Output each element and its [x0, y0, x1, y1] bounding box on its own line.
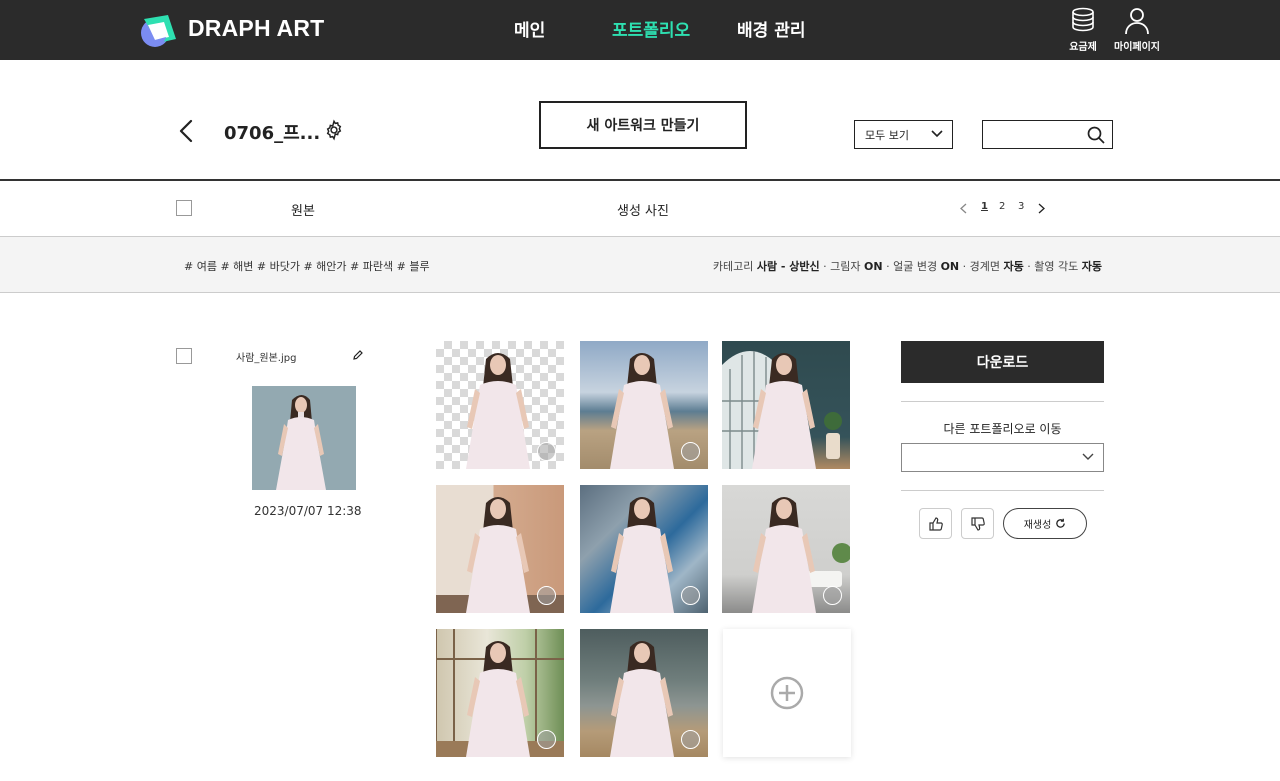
generated-image-1[interactable]	[436, 341, 564, 469]
shadow-value: ON	[864, 260, 883, 273]
generated-image-7[interactable]	[436, 629, 564, 757]
tag-list: # 여름 # 해변 # 바닷가 # 해안가 # 파란색 # 블루	[184, 260, 430, 273]
select-radio[interactable]	[681, 730, 700, 749]
regenerate-button[interactable]: 재생성	[1003, 508, 1087, 539]
view-filter-select[interactable]: 모두 보기	[854, 120, 953, 149]
thumbs-down-button[interactable]	[961, 508, 994, 539]
move-portfolio-label: 다른 포트폴리오로 이동	[943, 422, 1062, 436]
row-checkbox[interactable]	[176, 348, 192, 364]
user-icon	[1125, 8, 1149, 35]
page-2[interactable]: 2	[999, 201, 1005, 212]
border-label: 경계면	[969, 260, 1001, 273]
search-icon[interactable]	[1086, 125, 1106, 145]
thumbs-up-button[interactable]	[919, 508, 952, 539]
generated-image-5[interactable]	[580, 485, 708, 613]
angle-label: 촬영 각도	[1034, 260, 1079, 273]
pricing-button[interactable]: 요금제	[1066, 6, 1100, 53]
coins-icon	[1072, 7, 1094, 32]
add-image-button[interactable]	[723, 629, 851, 757]
generated-image-8[interactable]	[580, 629, 708, 757]
shadow-label: 그림자	[830, 260, 861, 273]
select-radio[interactable]	[681, 442, 700, 461]
top-navigation-bar: DRAPH ART 메인 포트폴리오 배경 관리 요금제 마이페이지	[0, 0, 1280, 60]
regenerate-label: 재생성	[1023, 520, 1052, 531]
view-filter-value: 모두 보기	[865, 128, 909, 142]
download-button[interactable]: 다운로드	[901, 341, 1104, 383]
original-image[interactable]	[252, 386, 356, 490]
column-generated: 생성 사진	[617, 204, 669, 219]
thumbs-down-icon	[970, 516, 985, 531]
original-filename: 사람_원본.jpg	[236, 353, 297, 364]
select-radio[interactable]	[681, 586, 700, 605]
divider	[901, 401, 1104, 402]
face-label: 얼굴 변경	[893, 260, 938, 273]
search-input[interactable]	[989, 121, 1089, 147]
generated-image-2[interactable]	[580, 341, 708, 469]
select-all-checkbox[interactable]	[176, 200, 192, 216]
brand-name[interactable]: DRAPH ART	[188, 15, 324, 42]
pencil-icon[interactable]	[352, 349, 364, 361]
original-date: 2023/07/07 12:38	[254, 504, 362, 518]
new-artwork-button[interactable]: 새 아트워크 만들기	[539, 101, 747, 149]
generated-image-6[interactable]	[722, 485, 850, 613]
portfolio-title: 0706_프...	[224, 123, 321, 144]
divider	[901, 490, 1104, 491]
generated-image-3[interactable]	[722, 341, 850, 469]
tag-info-bar: # 여름 # 해변 # 바닷가 # 해안가 # 파란색 # 블루 카테고리 사람…	[0, 236, 1280, 293]
nav-portfolio[interactable]: 포트폴리오	[612, 16, 690, 41]
select-radio[interactable]	[823, 586, 842, 605]
search-box[interactable]	[982, 120, 1113, 149]
nav-main[interactable]: 메인	[514, 16, 545, 41]
face-value: ON	[940, 260, 960, 273]
pricing-label: 요금제	[1069, 42, 1097, 53]
mypage-label: 마이페이지	[1114, 42, 1160, 53]
generated-image-4[interactable]	[436, 485, 564, 613]
draph-art-logo-icon[interactable]	[138, 9, 178, 49]
plus-circle-icon	[770, 676, 804, 710]
page-3[interactable]: 3	[1018, 201, 1024, 212]
category-value: 사람 - 상반신	[756, 260, 820, 273]
column-original: 원본	[291, 204, 315, 219]
chevron-down-icon	[1082, 453, 1094, 460]
chevron-left-icon[interactable]	[958, 202, 970, 215]
angle-value: 자동	[1081, 260, 1102, 273]
chevron-down-icon	[931, 130, 943, 138]
refresh-icon	[1056, 518, 1066, 528]
select-radio[interactable]	[537, 442, 556, 461]
border-value: 자동	[1003, 260, 1024, 273]
nav-background-management[interactable]: 배경 관리	[737, 16, 805, 41]
mypage-button[interactable]: 마이페이지	[1112, 6, 1162, 53]
page-1[interactable]: 1	[981, 201, 988, 212]
chevron-right-icon[interactable]	[1035, 202, 1047, 215]
select-radio[interactable]	[537, 586, 556, 605]
gear-icon[interactable]	[323, 119, 345, 141]
select-radio[interactable]	[537, 730, 556, 749]
move-portfolio-select[interactable]	[901, 443, 1104, 472]
options-summary: 카테고리 사람 - 상반신 · 그림자 ON · 얼굴 변경 ON · 경계면 …	[712, 260, 1102, 273]
thumbs-up-icon	[928, 516, 943, 531]
back-arrow-icon[interactable]	[176, 118, 198, 144]
category-label: 카테고리	[712, 260, 754, 273]
divider	[0, 179, 1280, 181]
